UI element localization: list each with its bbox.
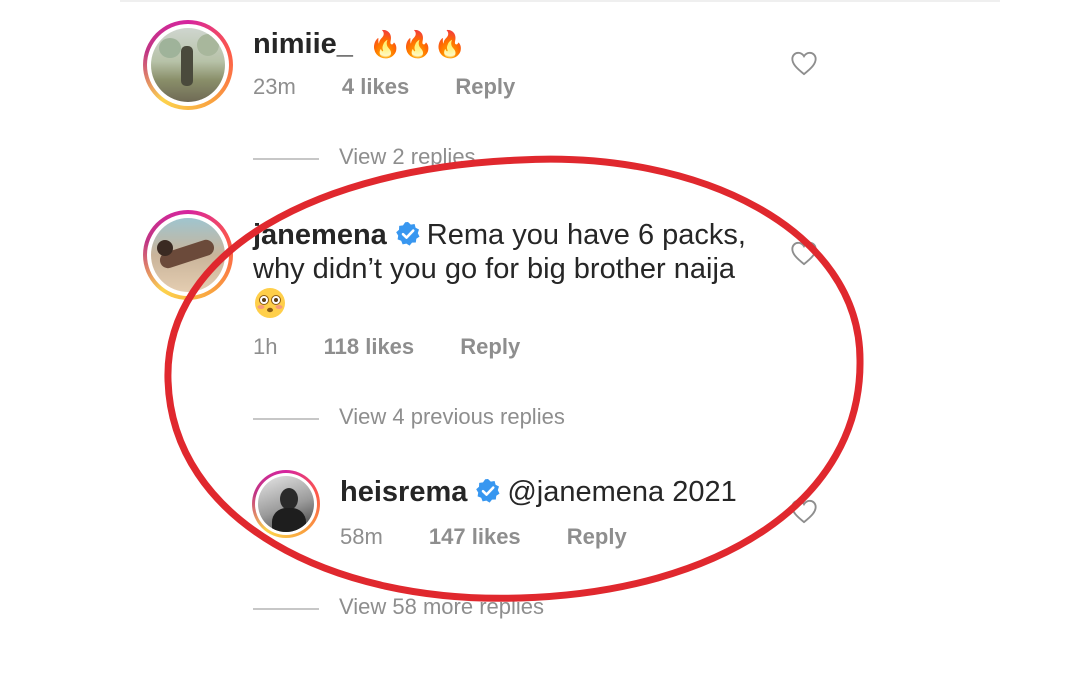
view-more-replies-label[interactable]: View 58 more replies: [339, 594, 544, 620]
top-divider: [120, 0, 1000, 2]
view-previous-replies-link[interactable]: View 4 previous replies: [253, 404, 653, 434]
divider-dash: [253, 418, 319, 420]
username[interactable]: heisrema: [340, 476, 467, 508]
mention-link[interactable]: @janemena: [507, 476, 664, 508]
verified-badge-icon: [476, 479, 500, 503]
username[interactable]: janemena: [253, 219, 387, 251]
avatar[interactable]: [252, 470, 320, 538]
heart-icon[interactable]: [790, 50, 818, 76]
reply-text: 2021: [672, 476, 737, 508]
view-more-replies-link[interactable]: View 58 more replies: [253, 594, 653, 624]
comment-text: 🔥🔥🔥: [369, 29, 467, 59]
reply-time: 58m: [340, 524, 383, 549]
reply-button[interactable]: Reply: [460, 334, 520, 360]
flushed-face-icon: [255, 288, 285, 318]
likes-count[interactable]: 118 likes: [324, 334, 415, 360]
divider-dash: [253, 158, 319, 160]
view-previous-replies-label[interactable]: View 4 previous replies: [339, 404, 565, 430]
annotation-ellipse: [164, 155, 864, 602]
heart-icon[interactable]: [790, 498, 818, 524]
likes-count[interactable]: 147 likes: [429, 524, 521, 550]
verified-badge-icon: [395, 222, 420, 246]
view-replies-label[interactable]: View 2 replies: [339, 144, 476, 170]
heart-icon[interactable]: [790, 240, 818, 266]
username[interactable]: nimiie_: [253, 28, 353, 60]
reply-button[interactable]: Reply: [567, 524, 627, 550]
divider-dash: [253, 608, 319, 610]
comment-text-line2: why didn’t you go for big brother naija: [253, 253, 736, 285]
comment-text-line1: Rema you have 6 packs,: [426, 219, 746, 251]
avatar[interactable]: [143, 210, 233, 300]
comment-time: 1h: [253, 334, 278, 359]
reply-button[interactable]: Reply: [455, 74, 515, 100]
likes-count[interactable]: 4 likes: [342, 74, 409, 100]
comment-time: 23m: [253, 74, 296, 99]
view-replies-link[interactable]: View 2 replies: [253, 144, 653, 174]
avatar[interactable]: [143, 20, 233, 110]
